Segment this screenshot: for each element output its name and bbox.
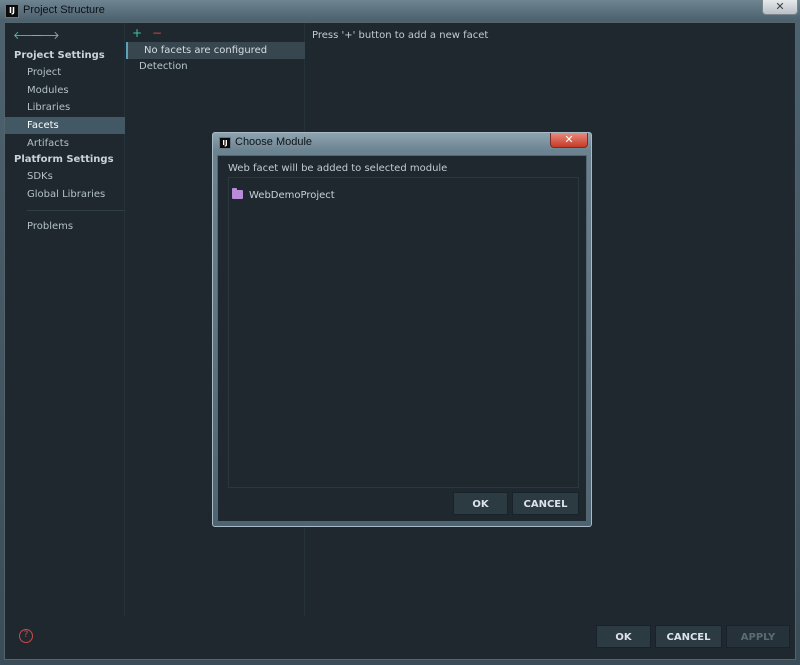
history-nav: 🡐 🡒 <box>13 28 60 42</box>
dialog-title: Choose Module <box>235 136 313 148</box>
add-facet-hint: Press '+' button to add a new facet <box>312 30 489 41</box>
detection-item[interactable]: Detection <box>139 61 188 72</box>
module-name: WebDemoProject <box>249 190 335 201</box>
sidebar-item-project[interactable]: Project <box>5 64 125 81</box>
module-list[interactable]: WebDemoProject <box>228 177 579 488</box>
title-bar[interactable]: IJ Project Structure ✕ <box>0 0 800 22</box>
settings-sidebar: 🡐 🡒 Project Settings Project Modules Lib… <box>5 23 125 617</box>
no-facets-row[interactable]: No facets are configured <box>126 42 305 59</box>
sidebar-item-artifacts[interactable]: Artifacts <box>5 135 125 152</box>
dialog-cancel-button[interactable]: CANCEL <box>512 492 579 515</box>
list-item[interactable]: WebDemoProject <box>232 188 335 204</box>
dialog-body: Web facet will be added to selected modu… <box>217 155 587 522</box>
dialog-message: Web facet will be added to selected modu… <box>228 163 448 174</box>
add-facet-icon[interactable]: + <box>132 26 142 40</box>
remove-facet-icon[interactable]: − <box>152 26 162 40</box>
intellij-app-icon: IJ <box>5 4 19 18</box>
window-close-button[interactable]: ✕ <box>762 0 798 15</box>
dialog-close-button[interactable]: ✕ <box>550 133 588 148</box>
dialog-app-icon: IJ <box>219 137 231 149</box>
sidebar-item-facets[interactable]: Facets <box>5 117 125 134</box>
ok-button[interactable]: OK <box>596 625 651 648</box>
forward-arrow-icon[interactable]: 🡒 <box>30 28 60 42</box>
choose-module-dialog: IJ Choose Module ✕ Web facet will be add… <box>212 132 592 527</box>
project-settings-header: Project Settings <box>14 50 105 61</box>
help-icon[interactable]: ? <box>19 629 33 643</box>
sidebar-item-modules[interactable]: Modules <box>5 82 125 99</box>
window-title: Project Structure <box>23 4 105 16</box>
module-folder-icon <box>232 188 243 199</box>
sidebar-divider <box>27 210 125 211</box>
sidebar-item-global-libraries[interactable]: Global Libraries <box>5 186 125 203</box>
apply-button[interactable]: APPLY <box>726 625 790 648</box>
cancel-button[interactable]: CANCEL <box>655 625 722 648</box>
sidebar-item-problems[interactable]: Problems <box>5 218 125 235</box>
platform-settings-header: Platform Settings <box>14 154 114 165</box>
sidebar-item-sdks[interactable]: SDKs <box>5 168 125 185</box>
dialog-ok-button[interactable]: OK <box>453 492 508 515</box>
back-arrow-icon[interactable]: 🡐 <box>13 28 43 42</box>
sidebar-item-libraries[interactable]: Libraries <box>5 99 125 116</box>
